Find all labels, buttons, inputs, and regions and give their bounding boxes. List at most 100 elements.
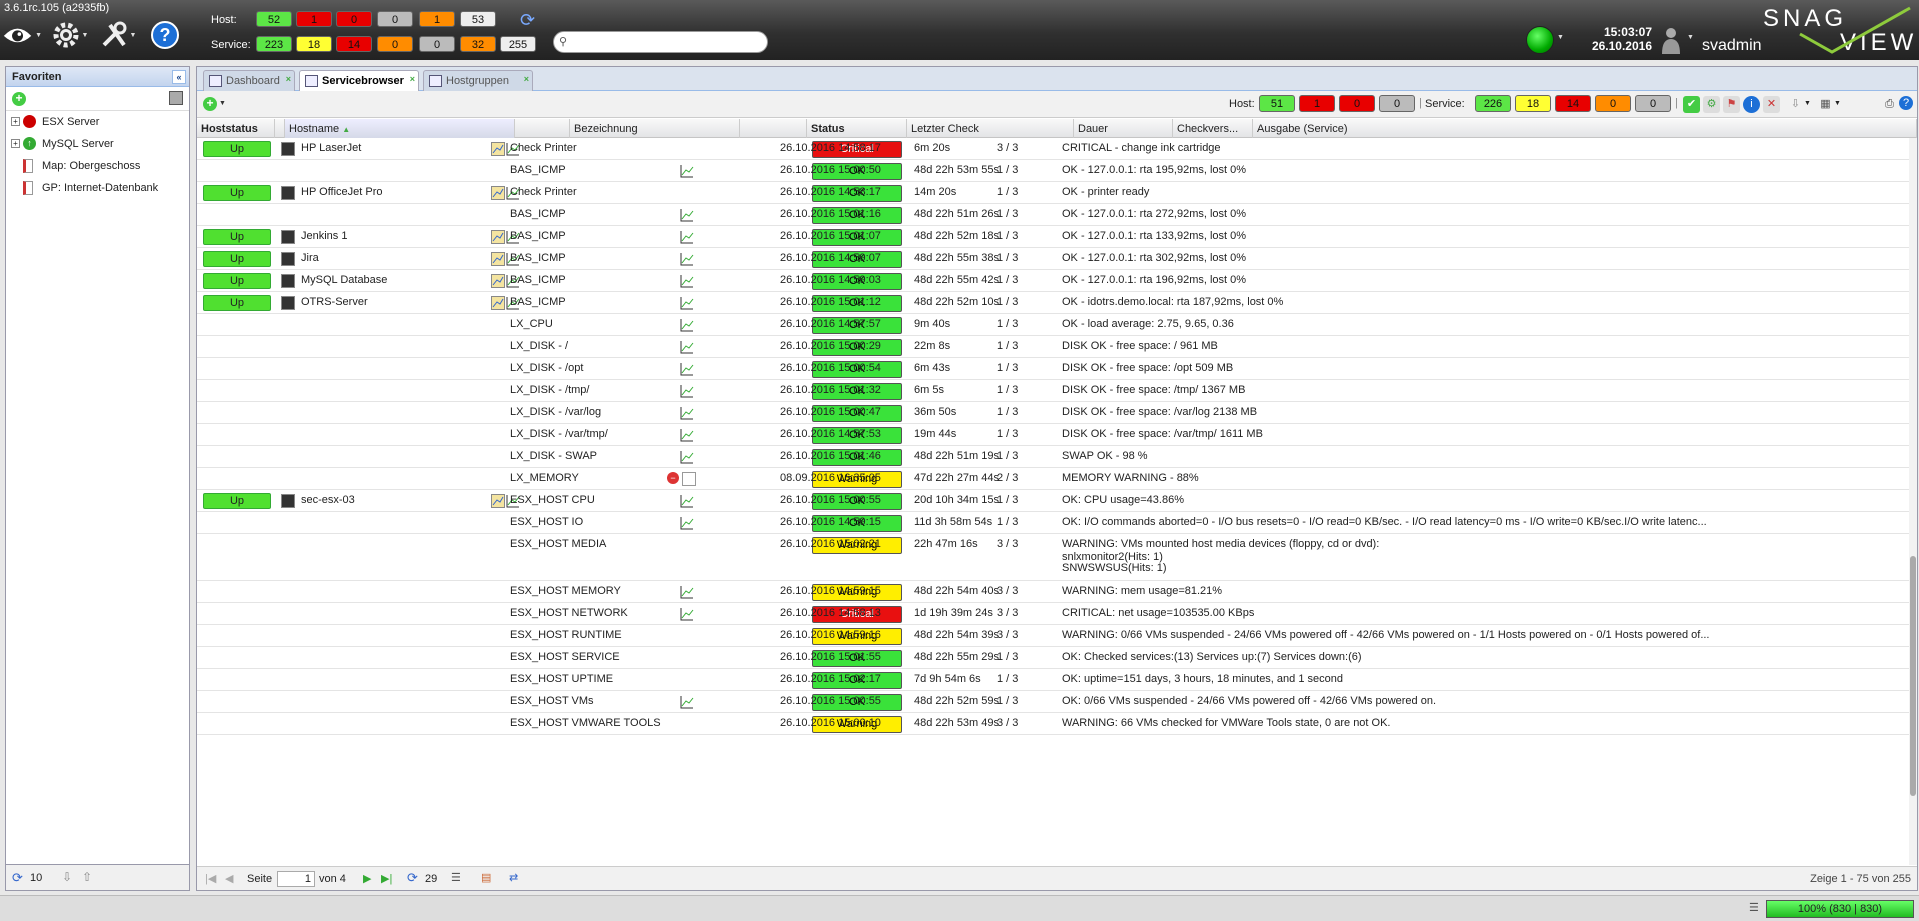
service-name-cell[interactable]: ESX_HOST IO bbox=[510, 512, 680, 528]
refresh-icon[interactable]: ⟳ bbox=[520, 10, 535, 31]
host-graph-icon[interactable] bbox=[491, 494, 505, 508]
table-row[interactable]: ESX_HOST MEMORY Warning 26.10.2016 14:59:1… bbox=[197, 581, 1917, 603]
table-row[interactable]: Up sec-esx-03 ESX_HOST CPU OK 26.10.2016 15:… bbox=[197, 490, 1917, 512]
service-name-cell[interactable]: LX_MEMORY bbox=[510, 468, 680, 484]
graph-icon[interactable] bbox=[680, 340, 694, 354]
column-status[interactable]: Status bbox=[807, 119, 907, 138]
column-bezeichnung[interactable]: Bezeichnung bbox=[570, 119, 740, 138]
host-status-badge[interactable]: Up bbox=[203, 295, 271, 311]
chevron-down-icon[interactable]: ▼ bbox=[1834, 100, 1841, 107]
host-graph-icon[interactable] bbox=[491, 252, 505, 266]
table-row[interactable]: Up OTRS-Server BAS_ICMP OK 26.10.2016 15:01:… bbox=[197, 292, 1917, 314]
expand-icon[interactable]: + bbox=[11, 139, 20, 148]
chevron-down-icon[interactable]: ▼ bbox=[1687, 34, 1694, 41]
chevron-down-icon[interactable]: ▼ bbox=[219, 100, 226, 107]
close-icon[interactable]: × bbox=[286, 74, 291, 84]
table-row[interactable]: LX_DISK - / OK 26.10.2016 15:00:29 22m 8s 1 … bbox=[197, 336, 1917, 358]
graph-icon[interactable] bbox=[680, 494, 694, 508]
table-row[interactable]: LX_DISK - /opt OK 26.10.2016 15:00:54 6m 43… bbox=[197, 358, 1917, 380]
table-row[interactable]: ESX_HOST UPTIME OK 26.10.2016 15:02:17 7d 9… bbox=[197, 669, 1917, 691]
search-input[interactable] bbox=[553, 31, 768, 53]
host-count-unreachable[interactable]: 0 bbox=[336, 11, 372, 27]
service-count-warning[interactable]: 18 bbox=[296, 36, 332, 52]
host-count-pending[interactable]: 0 bbox=[377, 11, 413, 27]
favorite-mysql-server[interactable]: + ↑ MySQL Server bbox=[6, 133, 189, 155]
service-count-orange[interactable]: 32 bbox=[460, 36, 496, 52]
hostname-cell[interactable]: Jira bbox=[301, 248, 511, 264]
host-count-total[interactable]: 53 bbox=[460, 11, 496, 27]
graph-icon[interactable] bbox=[680, 450, 694, 464]
host-count-orange[interactable]: 1 bbox=[419, 11, 455, 27]
service-count-unknown[interactable]: 0 bbox=[377, 36, 413, 52]
graph-icon[interactable] bbox=[680, 296, 694, 310]
add-button[interactable]: + bbox=[203, 97, 217, 111]
service-name-cell[interactable]: ESX_HOST VMWARE TOOLS bbox=[510, 713, 680, 729]
chevron-down-icon[interactable]: ▼ bbox=[1804, 100, 1811, 107]
column-hoststatus[interactable]: Hoststatus bbox=[197, 119, 275, 138]
acknowledge-icon[interactable]: ✔ bbox=[1683, 96, 1700, 113]
favorite-esx-server[interactable]: + ESX Server bbox=[6, 111, 189, 133]
service-name-cell[interactable]: BAS_ICMP bbox=[510, 226, 680, 242]
toolbar-service-pending[interactable]: 0 bbox=[1635, 95, 1671, 112]
info-icon[interactable]: i bbox=[1743, 96, 1760, 113]
graph-icon[interactable] bbox=[680, 318, 694, 332]
service-name-cell[interactable]: LX_DISK - /tmp/ bbox=[510, 380, 680, 396]
hostname-cell[interactable]: HP LaserJet bbox=[301, 138, 511, 154]
favorite-gp-internet-datenbank[interactable]: GP: Internet-Datenbank bbox=[6, 177, 189, 199]
service-name-cell[interactable]: LX_DISK - /var/tmp/ bbox=[510, 424, 680, 440]
table-row[interactable]: ESX_HOST MEDIA Warning 26.10.2016 15:02:21… bbox=[197, 534, 1917, 581]
settings-menu-button[interactable]: ▼ bbox=[50, 18, 90, 52]
service-name-cell[interactable]: LX_DISK - / bbox=[510, 336, 680, 352]
add-favorite-button[interactable]: + bbox=[12, 92, 26, 106]
graph-icon[interactable] bbox=[680, 164, 694, 178]
table-row[interactable]: LX_DISK - /tmp/OK 26.10.2016 15:01:32 6m 5… bbox=[197, 380, 1917, 402]
service-name-cell[interactable]: LX_DISK - SWAP bbox=[510, 446, 680, 462]
table-row[interactable]: BAS_ICMP OK 26.10.2016 15:01:16 48d 22h 51m… bbox=[197, 204, 1917, 226]
archive-icon[interactable] bbox=[169, 91, 183, 105]
table-row[interactable]: LX_DISK - /var/log OK 26.10.2016 15:00:47 3… bbox=[197, 402, 1917, 424]
graph-icon[interactable] bbox=[680, 252, 694, 266]
refresh-icon[interactable]: ⟳ bbox=[12, 870, 23, 886]
vertical-scrollbar[interactable] bbox=[1909, 138, 1917, 865]
table-row[interactable]: Up MySQL Database BAS_ICMP OK 26.10.2016 14:… bbox=[197, 270, 1917, 292]
table-row[interactable]: ESX_HOST NETWORK Critical 26.10.2016 14:58… bbox=[197, 603, 1917, 625]
toolbar-service-unknown[interactable]: 0 bbox=[1595, 95, 1631, 112]
toolbar-host-up[interactable]: 51 bbox=[1259, 95, 1295, 112]
host-status-badge[interactable]: Up bbox=[203, 185, 271, 201]
service-name-cell[interactable]: ESX_HOST NETWORK bbox=[510, 603, 680, 619]
chevron-down-icon[interactable]: ▼ bbox=[1557, 34, 1564, 41]
service-name-cell[interactable]: ESX_HOST SERVICE bbox=[510, 647, 680, 663]
service-name-cell[interactable]: ESX_HOST UPTIME bbox=[510, 669, 680, 685]
column-dauer[interactable]: Dauer bbox=[1074, 119, 1173, 138]
service-name-cell[interactable]: BAS_ICMP bbox=[510, 270, 680, 286]
hostname-cell[interactable]: Jenkins 1 bbox=[301, 226, 511, 242]
service-name-cell[interactable]: ESX_HOST MEMORY bbox=[510, 581, 680, 597]
graph-icon[interactable] bbox=[680, 362, 694, 376]
host-graph-icon[interactable] bbox=[491, 186, 505, 200]
column-hostname[interactable]: Hostname ▲ bbox=[285, 119, 515, 138]
prev-page-icon[interactable]: ◀ bbox=[225, 872, 233, 885]
hostname-cell[interactable]: HP OfficeJet Pro bbox=[301, 182, 511, 198]
eye-menu-button[interactable]: ▼ bbox=[2, 18, 42, 52]
expand-icon[interactable]: + bbox=[11, 117, 20, 126]
toolbar-service-critical[interactable]: 14 bbox=[1555, 95, 1591, 112]
first-page-icon[interactable]: |◀ bbox=[205, 872, 216, 885]
hostname-cell[interactable]: MySQL Database bbox=[301, 270, 511, 286]
next-page-icon[interactable]: ▶ bbox=[363, 872, 371, 885]
graph-icon[interactable] bbox=[680, 516, 694, 530]
move-down-icon[interactable]: ⇩ bbox=[62, 870, 72, 884]
collapse-left-icon[interactable]: « bbox=[172, 70, 186, 84]
host-status-badge[interactable]: Up bbox=[203, 251, 271, 267]
graph-icon[interactable] bbox=[680, 695, 694, 709]
graph-icon[interactable] bbox=[680, 384, 694, 398]
list-icon[interactable]: ☰ bbox=[451, 871, 461, 884]
host-graph-icon[interactable] bbox=[491, 274, 505, 288]
host-graph-icon[interactable] bbox=[491, 230, 505, 244]
hostname-cell[interactable]: sec-esx-03 bbox=[301, 490, 511, 506]
graph-icon[interactable] bbox=[680, 607, 694, 621]
graph-icon[interactable] bbox=[680, 208, 694, 222]
service-name-cell[interactable]: BAS_ICMP bbox=[510, 292, 680, 308]
service-name-cell[interactable]: BAS_ICMP bbox=[510, 160, 680, 176]
graph-icon[interactable] bbox=[680, 428, 694, 442]
user-icon[interactable] bbox=[1660, 26, 1682, 54]
